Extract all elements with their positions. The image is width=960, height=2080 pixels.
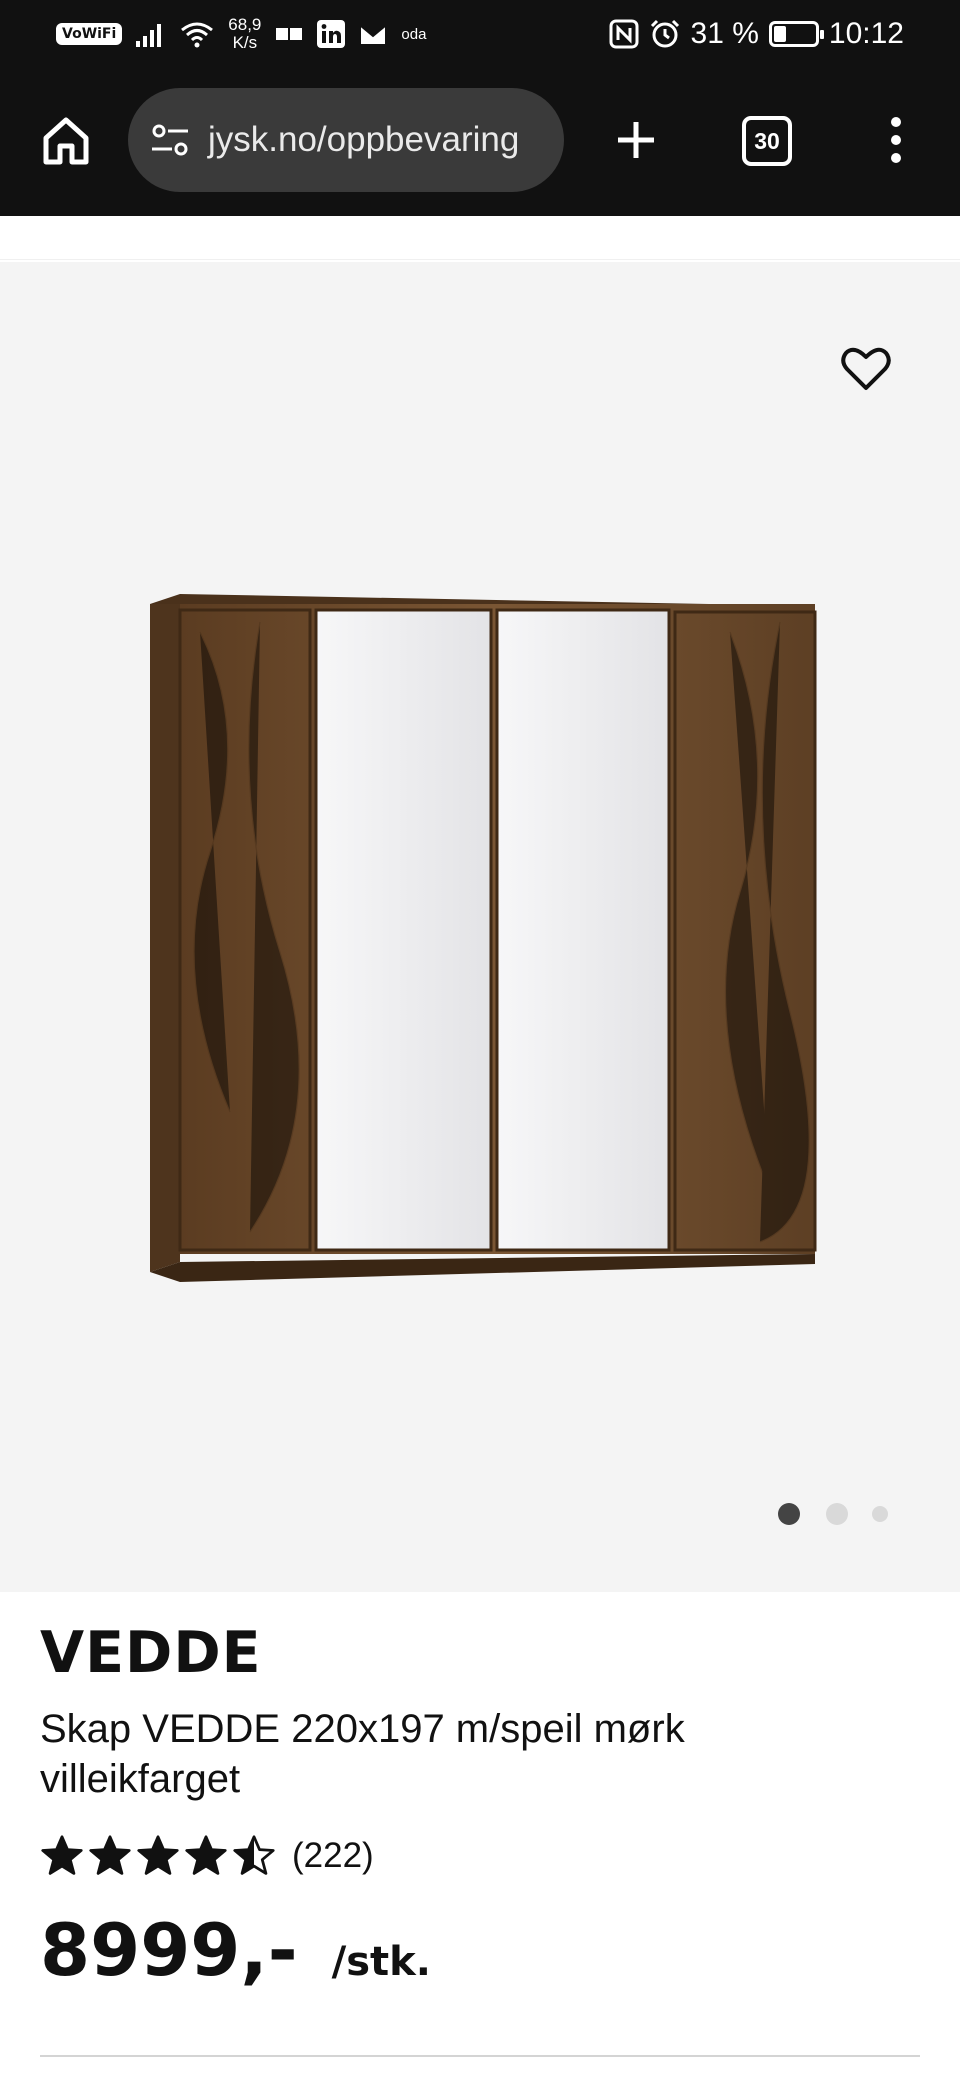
more-vert-icon bbox=[891, 117, 901, 163]
address-bar[interactable]: jysk.no/oppbevaring bbox=[128, 88, 564, 192]
product-title: Skap VEDDE 220x197 m/speil mørk villeikf… bbox=[40, 1707, 685, 1801]
tune-icon[interactable] bbox=[150, 123, 190, 157]
app-label: oda bbox=[401, 25, 427, 43]
star-half-icon bbox=[233, 1835, 275, 1875]
product-image-gallery[interactable] bbox=[0, 262, 960, 1592]
favorite-button[interactable] bbox=[836, 338, 896, 398]
new-tab-button[interactable] bbox=[604, 108, 668, 172]
battery-icon bbox=[768, 21, 824, 47]
divider bbox=[40, 2055, 920, 2057]
speed-unit: K/s bbox=[232, 33, 258, 52]
menu-button[interactable] bbox=[876, 110, 916, 170]
mail-icon bbox=[360, 25, 387, 44]
carousel-indicator[interactable] bbox=[0, 1502, 960, 1532]
linkedin-icon bbox=[317, 20, 346, 48]
status-bar: VoWiFi 68,9 K/s oda 31 % 10:12 bbox=[0, 0, 960, 66]
wifi-icon bbox=[181, 22, 214, 48]
carousel-dot[interactable] bbox=[872, 1506, 888, 1522]
heart-icon bbox=[841, 347, 891, 390]
star-full-icon bbox=[185, 1835, 227, 1875]
star-full-icon bbox=[89, 1835, 131, 1875]
carousel-dot[interactable] bbox=[778, 1503, 800, 1525]
url-text[interactable]: jysk.no/oppbevaring bbox=[208, 120, 519, 160]
status-right: 31 % 10:12 bbox=[609, 14, 904, 54]
signal-icon bbox=[136, 24, 162, 47]
rating-row[interactable]: (222) bbox=[40, 1834, 920, 1878]
tab-switcher-button[interactable]: 30 bbox=[742, 116, 792, 166]
star-rating bbox=[40, 1834, 276, 1878]
alarm-icon bbox=[650, 19, 679, 48]
nfc-icon bbox=[609, 19, 639, 49]
network-speed: 68,9 K/s bbox=[228, 16, 261, 52]
home-button[interactable] bbox=[34, 108, 98, 172]
price-row: 8999,- /stk. bbox=[40, 1908, 920, 1992]
product-brand: VEDDE bbox=[40, 1620, 262, 1686]
battery-fill bbox=[773, 26, 786, 42]
review-count[interactable]: (222) bbox=[292, 1836, 374, 1876]
product-info: VEDDE Skap VEDDE 220x197 m/speil mørk vi… bbox=[40, 1620, 920, 1992]
battery-percent: 31 % bbox=[690, 17, 759, 50]
product-image bbox=[150, 594, 817, 1282]
speed-value: 68,9 bbox=[228, 15, 262, 34]
plus-icon bbox=[618, 122, 654, 158]
star-full-icon bbox=[137, 1835, 179, 1875]
price-unit: /stk. bbox=[331, 1939, 431, 1985]
notification-icon bbox=[276, 28, 303, 40]
tab-count: 30 bbox=[754, 127, 780, 154]
clock: 10:12 bbox=[828, 17, 904, 50]
star-full-icon bbox=[41, 1835, 83, 1875]
status-left: VoWiFi 68,9 K/s oda bbox=[56, 14, 426, 54]
product-price: 8999,- bbox=[40, 1908, 298, 1992]
home-icon bbox=[43, 117, 89, 165]
vowifi-badge: VoWiFi bbox=[56, 23, 123, 45]
breadcrumb-partial bbox=[0, 216, 960, 260]
carousel-dot[interactable] bbox=[826, 1503, 848, 1525]
browser-toolbar: jysk.no/oppbevaring 30 bbox=[0, 66, 960, 216]
